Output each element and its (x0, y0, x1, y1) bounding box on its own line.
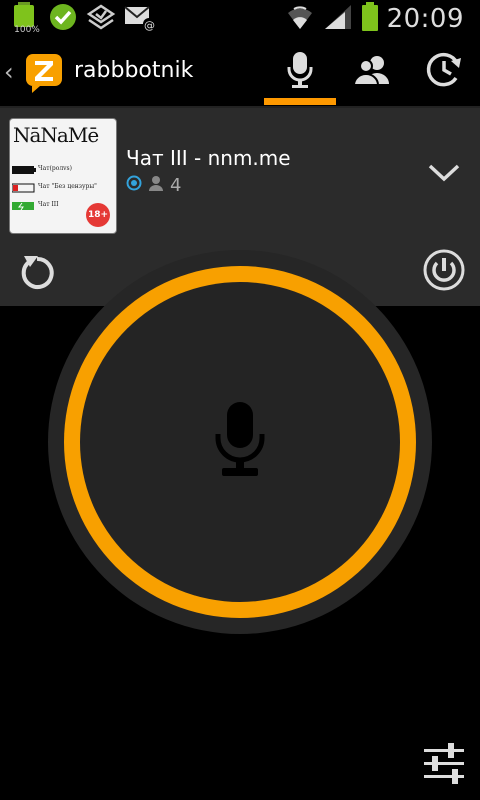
battery-icon (361, 2, 379, 36)
power-icon[interactable] (422, 248, 466, 292)
tab-contacts[interactable] (336, 38, 408, 106)
age-badge: 18+ (86, 203, 110, 227)
battery-icon: 100% (10, 2, 40, 36)
wifi-icon (285, 3, 315, 35)
back-chevron-icon[interactable]: ‹ (4, 58, 14, 86)
thumbnail-line: Чат "Без цензуры" (10, 181, 110, 195)
channel-thumbnail[interactable]: NāNaMē Чат(рoлvs) Чат "Без цензуры" Чат … (9, 118, 117, 234)
action-bar: ‹ rabbbotnik (0, 38, 480, 108)
recents-icon (424, 50, 464, 94)
svg-text:@: @ (144, 19, 155, 31)
tab-talk[interactable] (264, 38, 336, 106)
check-circle-icon (48, 2, 78, 36)
zello-logo-icon[interactable] (24, 52, 66, 94)
status-bar: 100% @ 20:09 (0, 0, 480, 38)
sliders-icon[interactable] (422, 742, 466, 784)
channel-name: Чат III - nnm.me (126, 146, 291, 170)
channel-meta: 4 (126, 174, 181, 196)
clock: 20:09 (386, 4, 464, 34)
stack-icon (86, 2, 116, 36)
battery-percent-label: 100% (14, 25, 40, 35)
contacts-icon (352, 54, 391, 90)
chevron-down-icon[interactable] (424, 154, 464, 190)
microphone-icon (285, 50, 315, 94)
thumbnail-line: Чат(рoлvs) (10, 163, 110, 177)
status-left: 100% @ (10, 2, 156, 36)
status-right: 20:09 (285, 2, 464, 36)
app-title: rabbbotnik (74, 58, 194, 83)
tab-selection-indicator (264, 98, 336, 105)
tab-recents[interactable] (408, 38, 480, 106)
mail-icon: @ (124, 3, 156, 35)
thumbnail-title: NāNaMē (13, 123, 99, 147)
user-icon (148, 175, 164, 195)
refresh-icon[interactable] (16, 252, 58, 294)
thumbnail-line-text: Чат III (38, 201, 59, 208)
thumbnail-line-text: Чат(рoлvs) (38, 165, 72, 172)
online-status-icon (126, 175, 142, 195)
microphone-icon (214, 402, 266, 482)
users-count: 4 (170, 174, 182, 196)
push-to-talk-button[interactable] (80, 282, 400, 602)
thumbnail-line-text: Чат "Без цензуры" (38, 183, 97, 190)
signal-icon (323, 3, 353, 35)
